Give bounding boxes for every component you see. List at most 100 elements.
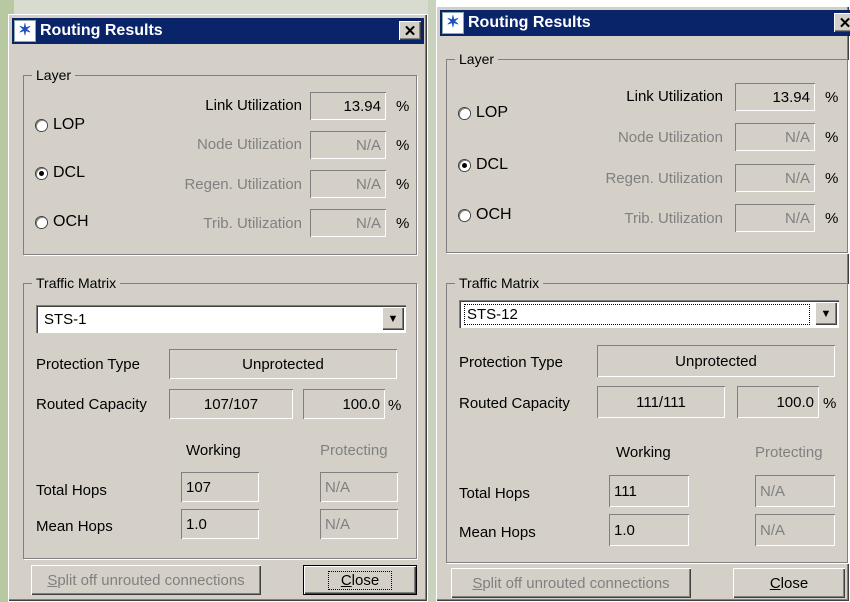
mean-hops-protecting: N/A [320, 509, 398, 539]
percent-label: % [396, 215, 410, 232]
radio-label: DCL [53, 164, 86, 181]
close-button[interactable]: Close [733, 568, 845, 598]
selected-traffic: STS-1 [44, 310, 87, 328]
protection-type-label: Protection Type [36, 356, 140, 373]
protecting-header: Protecting [320, 442, 388, 459]
node-utilization-value: N/A [310, 131, 386, 159]
percent-label: % [396, 137, 410, 154]
percent-label: % [396, 176, 410, 193]
mean-hops-label: Mean Hops [459, 524, 536, 541]
radio-dcl[interactable]: DCL [36, 164, 85, 182]
radio-dcl[interactable]: DCL [459, 156, 508, 174]
traffic-matrix-title: Traffic Matrix [455, 275, 544, 291]
trib-utilization-value: N/A [310, 209, 386, 237]
working-header: Working [616, 444, 671, 461]
routing-results-dialog-1: ✶ Routing Results ✕ Layer LOP DCL OCH Li… [8, 14, 428, 602]
link-utilization-value: 13.94 [310, 92, 386, 120]
radio-button[interactable] [36, 216, 47, 228]
protection-type-value: Unprotected [169, 349, 397, 379]
percent-label: % [825, 89, 839, 106]
radio-label: OCH [476, 206, 512, 223]
total-hops-protecting: N/A [755, 475, 835, 507]
percent-label: % [823, 395, 837, 412]
working-header: Working [186, 442, 241, 459]
chevron-down-icon[interactable]: ▼ [815, 302, 837, 325]
percent-label: % [388, 397, 402, 414]
radio-label: DCL [476, 156, 509, 173]
node-utilization-label: Node Utilization [617, 129, 723, 146]
layer-group: Layer LOP DCL OCH Link Utilization 13.94… [446, 51, 848, 253]
routed-capacity-label: Routed Capacity [459, 395, 570, 412]
traffic-matrix-title: Traffic Matrix [32, 275, 121, 291]
traffic-matrix-select[interactable]: STS-1 ▼ [36, 305, 406, 333]
routed-capacity-value: 107/107 [169, 389, 293, 419]
split-off-unrouted-button[interactable]: Split off unrouted connections [31, 565, 261, 595]
link-utilization-value: 13.94 [735, 83, 815, 111]
background-top [14, 0, 428, 14]
traffic-matrix-select[interactable]: STS-12 ▼ [459, 300, 839, 328]
layer-group: Layer LOP DCL OCH Link Utilization 13.94… [23, 67, 417, 255]
chevron-down-icon[interactable]: ▼ [382, 307, 404, 330]
routing-results-dialog-2: ✶ Routing Results ✕ Layer LOP DCL OCH Li… [436, 6, 850, 602]
routed-capacity-value: 111/111 [597, 386, 725, 418]
radio-button[interactable] [459, 159, 470, 171]
trib-utilization-label: Trib. Utilization [624, 210, 723, 227]
percent-label: % [825, 129, 839, 146]
selected-traffic: STS-12 [464, 303, 810, 325]
app-star-icon: ✶ [442, 12, 464, 34]
routed-capacity-percent: 100.0 [737, 386, 819, 418]
mean-hops-working: 1.0 [609, 514, 689, 546]
radio-button[interactable] [36, 167, 47, 179]
total-hops-protecting: N/A [320, 472, 398, 502]
radio-button[interactable] [459, 209, 470, 221]
radio-lop[interactable]: LOP [36, 116, 85, 134]
total-hops-working: 111 [609, 475, 689, 507]
mean-hops-working: 1.0 [181, 509, 259, 539]
regen-utilization-value: N/A [310, 170, 386, 198]
radio-button[interactable] [36, 119, 47, 131]
total-hops-label: Total Hops [36, 482, 107, 499]
trib-utilization-value: N/A [735, 204, 815, 232]
node-utilization-value: N/A [735, 123, 815, 151]
radio-och[interactable]: OCH [459, 206, 512, 224]
background-divider [428, 0, 436, 602]
trib-utilization-label: Trib. Utilization [203, 215, 302, 232]
percent-label: % [396, 98, 410, 115]
radio-label: LOP [476, 104, 509, 121]
radio-och[interactable]: OCH [36, 213, 89, 231]
traffic-matrix-group: Traffic Matrix STS-12 ▼ Protection Type … [446, 275, 848, 563]
regen-utilization-label: Regen. Utilization [605, 170, 723, 187]
close-button-focus: Close [327, 570, 393, 590]
radio-button[interactable] [459, 107, 470, 119]
radio-lop[interactable]: LOP [459, 104, 508, 122]
close-button-mnemonic: C [340, 571, 352, 589]
protecting-header: Protecting [755, 444, 823, 461]
title-bar[interactable]: ✶ Routing Results ✕ [440, 10, 850, 36]
total-hops-working: 107 [181, 472, 259, 502]
regen-utilization-value: N/A [735, 164, 815, 192]
window-title: Routing Results [40, 22, 163, 39]
title-bar[interactable]: ✶ Routing Results ✕ [12, 18, 424, 44]
protection-type-label: Protection Type [459, 354, 563, 371]
split-button-label: plit off unrouted connections [482, 574, 670, 592]
percent-label: % [825, 170, 839, 187]
window-title: Routing Results [468, 14, 591, 31]
traffic-matrix-group: Traffic Matrix STS-1 ▼ Protection Type U… [23, 275, 417, 559]
close-button-mnemonic: C [769, 574, 781, 592]
split-off-unrouted-button[interactable]: Split off unrouted connections [451, 568, 691, 598]
close-icon[interactable]: ✕ [834, 13, 850, 32]
mean-hops-label: Mean Hops [36, 518, 113, 535]
link-utilization-label: Link Utilization [205, 97, 302, 114]
protection-type-value: Unprotected [597, 345, 835, 377]
close-button-label: lose [780, 574, 809, 592]
split-button-label: plit off unrouted connections [57, 571, 245, 589]
close-button[interactable]: Close [303, 565, 417, 595]
regen-utilization-label: Regen. Utilization [184, 176, 302, 193]
close-icon[interactable]: ✕ [399, 21, 421, 40]
split-button-mnemonic: S [47, 571, 58, 589]
node-utilization-label: Node Utilization [196, 136, 302, 153]
percent-label: % [825, 210, 839, 227]
radio-label: OCH [53, 213, 89, 230]
total-hops-label: Total Hops [459, 485, 530, 502]
link-utilization-label: Link Utilization [626, 88, 723, 105]
